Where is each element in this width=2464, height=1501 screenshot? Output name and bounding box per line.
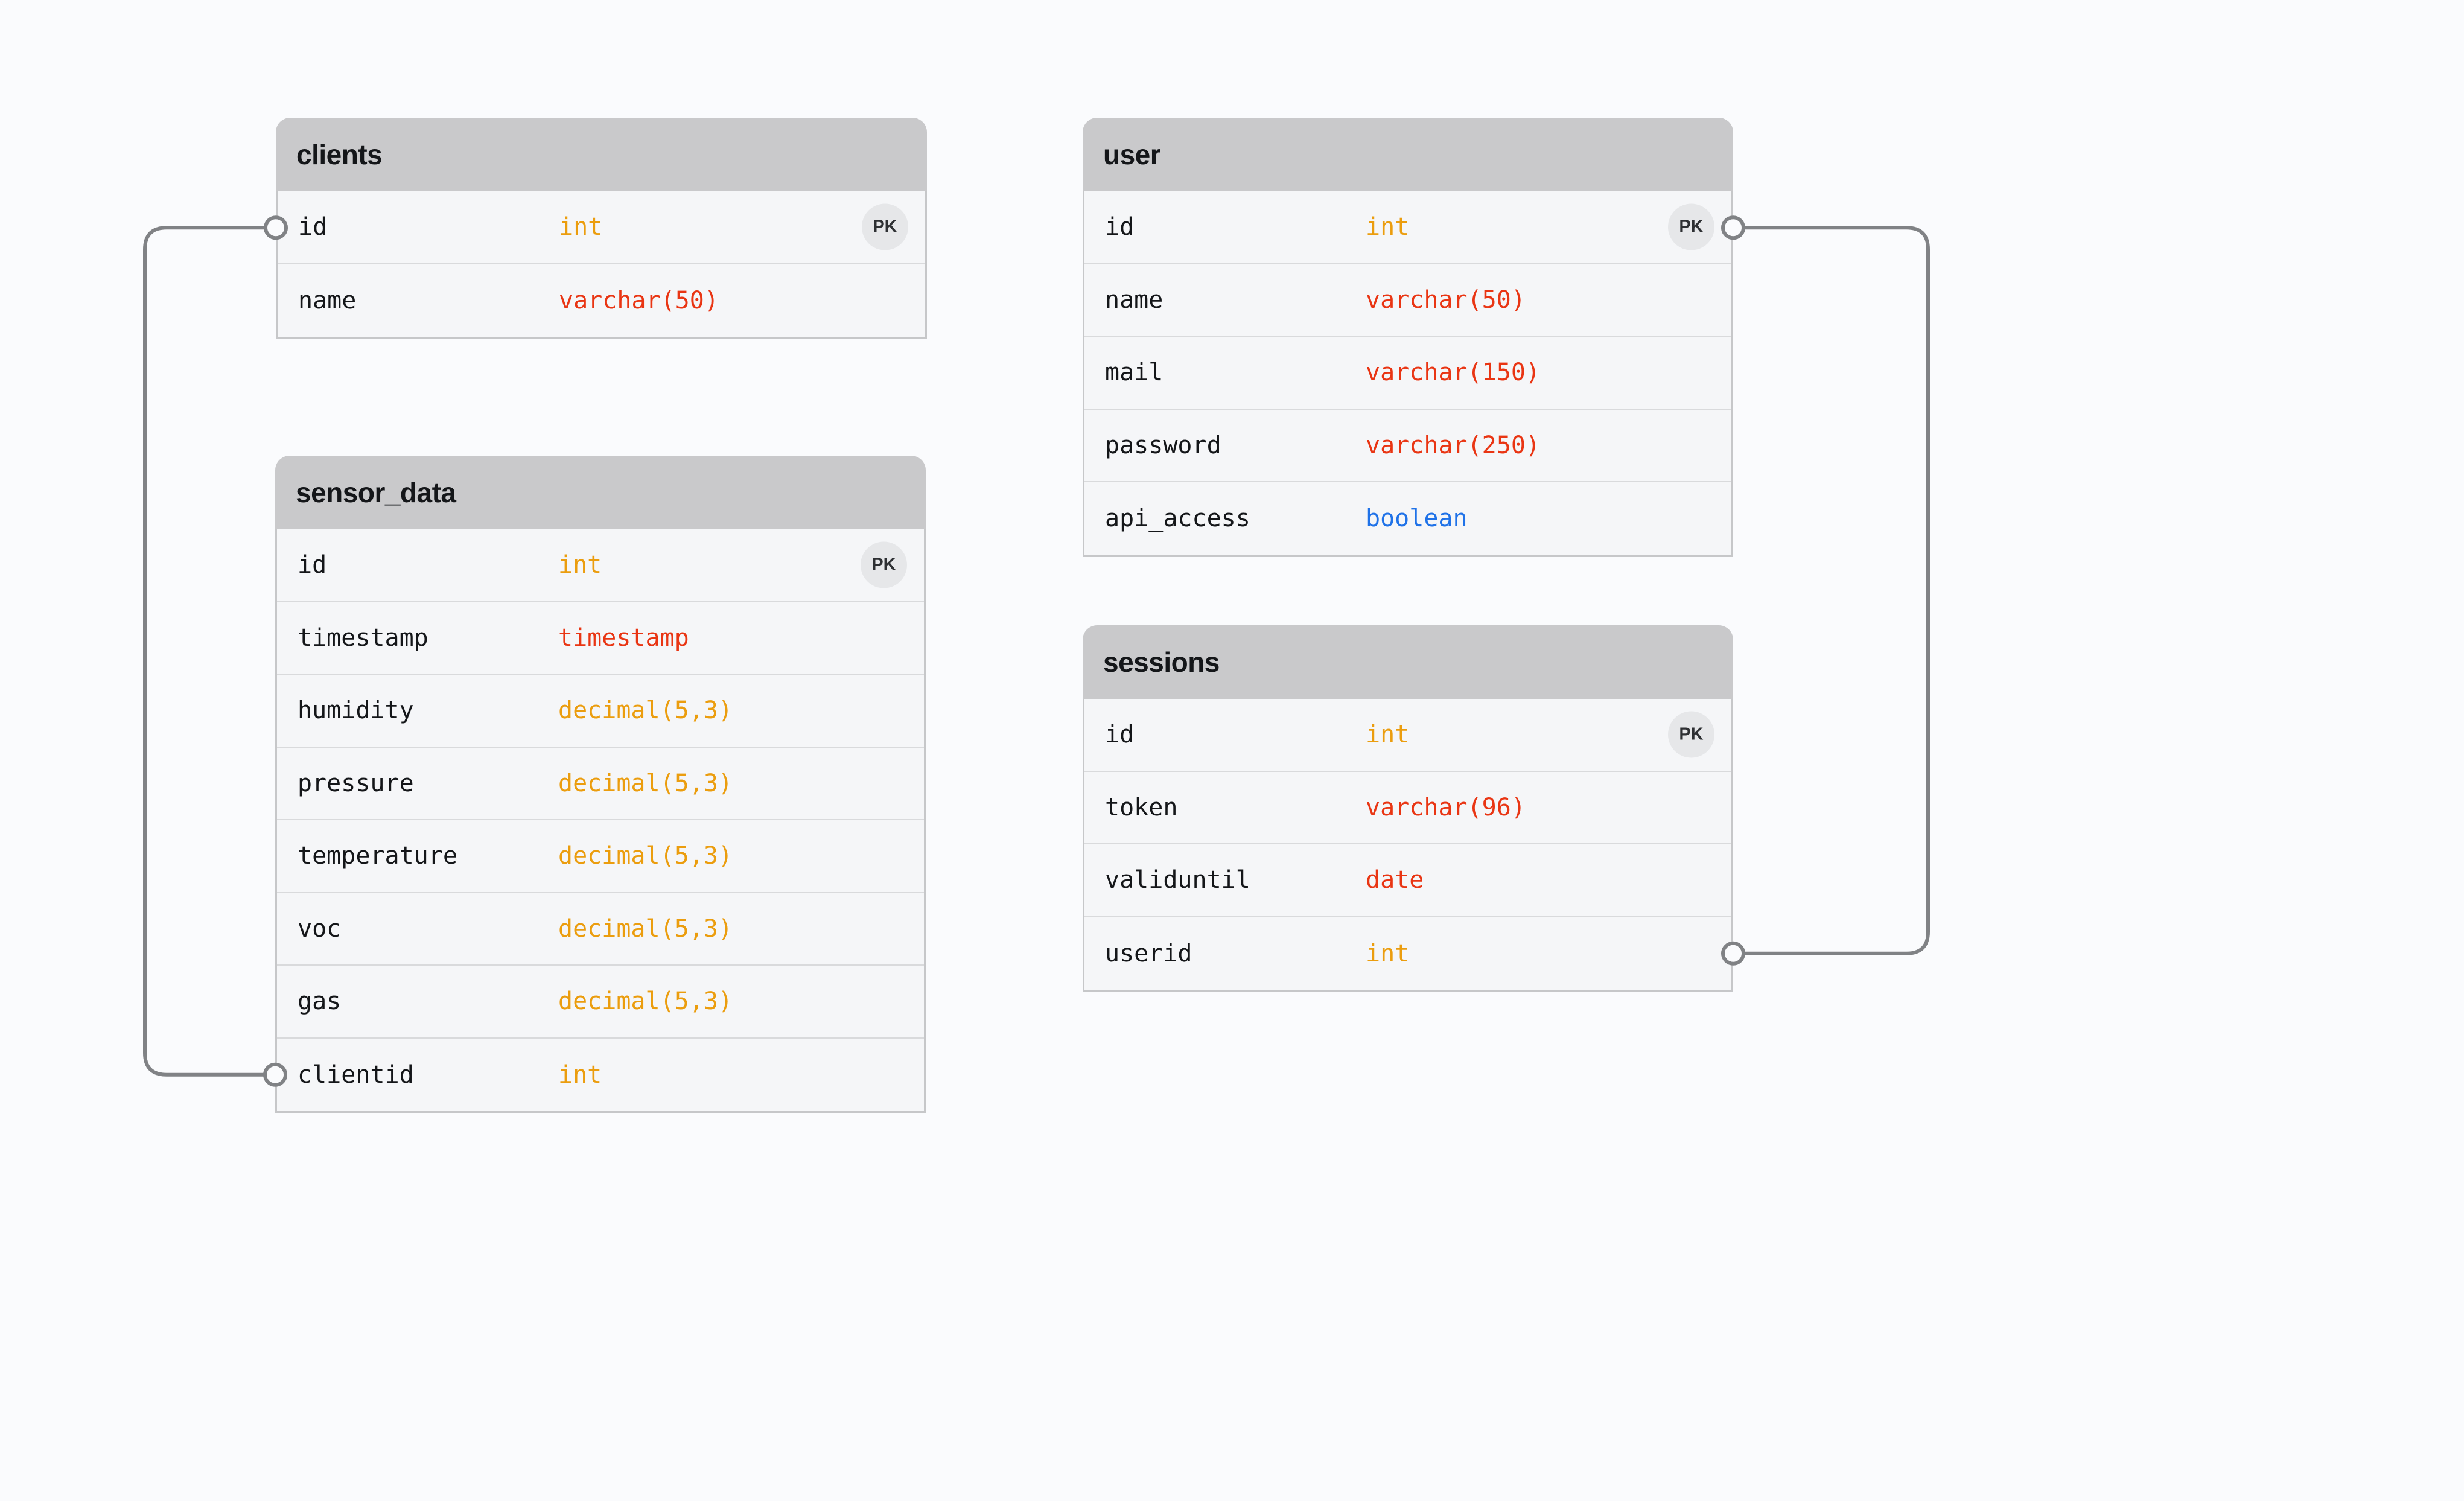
field-type: decimal(5,3) — [558, 696, 733, 724]
field-row[interactable]: token varchar(96) — [1084, 772, 1731, 845]
table-sessions[interactable]: sessions id int PK token varchar(96) validunti… — [1083, 625, 1733, 992]
field-type: int — [559, 213, 602, 241]
field-row[interactable]: humidity decimal(5,3) — [277, 675, 924, 748]
table-body: id int PK name varchar(50) — [276, 191, 927, 339]
field-type: decimal(5,3) — [558, 915, 733, 943]
diagram-canvas[interactable]: clients id int PK name varchar(50) sensor_data… — [0, 0, 2464, 1501]
field-name: id — [1105, 213, 1134, 241]
field-type: varchar(50) — [1366, 286, 1526, 314]
table-body: id int PK timestamp timestamp humidity decimal… — [275, 529, 926, 1113]
field-type: int — [1366, 213, 1409, 241]
field-row[interactable]: clientid int — [277, 1039, 924, 1112]
table-sensor_data[interactable]: sensor_dataid int PK timestamp timestamp humi… — [275, 456, 926, 1113]
field-row[interactable]: id int PK — [277, 529, 924, 602]
field-type: timestamp — [558, 624, 689, 652]
field-row[interactable]: mail varchar(150) — [1084, 337, 1731, 410]
table-title: clients — [296, 138, 382, 171]
pk-badge: PK — [1668, 712, 1714, 758]
field-type: int — [1366, 721, 1409, 748]
field-name: clientid — [298, 1061, 414, 1089]
field-type: int — [558, 551, 602, 579]
table-title: sessions — [1103, 646, 1220, 678]
field-name: voc — [298, 915, 341, 943]
pk-badge: PK — [862, 204, 908, 250]
field-row[interactable]: id int PK — [278, 191, 925, 264]
field-row[interactable]: name varchar(50) — [1084, 264, 1731, 337]
table-header[interactable]: user — [1083, 118, 1733, 191]
field-name: timestamp — [298, 624, 428, 652]
table-user[interactable]: user id int PK name varchar(50) mail varchar(15… — [1083, 118, 1733, 557]
field-name: id — [1105, 721, 1134, 748]
field-row[interactable]: name varchar(50) — [278, 264, 925, 337]
field-type: decimal(5,3) — [558, 770, 733, 797]
field-row[interactable]: userid int — [1084, 917, 1731, 990]
pk-badge: PK — [1668, 204, 1714, 250]
field-type: int — [558, 1061, 602, 1089]
field-type: decimal(5,3) — [558, 987, 733, 1015]
field-type: varchar(96) — [1366, 794, 1526, 821]
field-name: temperature — [298, 842, 457, 870]
field-type: decimal(5,3) — [558, 842, 733, 870]
field-row[interactable]: temperature decimal(5,3) — [277, 820, 924, 893]
field-name: userid — [1105, 940, 1192, 967]
relation-line[interactable] — [1733, 228, 1928, 954]
field-row[interactable]: gas decimal(5,3) — [277, 966, 924, 1039]
field-name: gas — [298, 987, 341, 1015]
field-type: boolean — [1366, 505, 1468, 532]
field-name: validuntil — [1105, 866, 1250, 894]
table-header[interactable]: sensor_data — [275, 456, 926, 529]
field-row[interactable]: pressure decimal(5,3) — [277, 748, 924, 821]
field-name: mail — [1105, 359, 1163, 386]
field-name: id — [298, 551, 326, 579]
field-name: password — [1105, 432, 1221, 459]
field-type: varchar(150) — [1366, 359, 1540, 386]
field-name: id — [298, 213, 327, 241]
field-name: token — [1105, 794, 1177, 821]
field-name: humidity — [298, 696, 414, 724]
field-type: varchar(50) — [559, 287, 719, 314]
field-row[interactable]: api_access boolean — [1084, 482, 1731, 555]
field-type: int — [1366, 940, 1409, 967]
field-row[interactable]: voc decimal(5,3) — [277, 893, 924, 966]
field-row[interactable]: id int PK — [1084, 191, 1731, 264]
field-type: varchar(250) — [1366, 432, 1540, 459]
field-name: name — [1105, 286, 1163, 314]
table-title: user — [1103, 138, 1160, 171]
table-body: id int PK name varchar(50) mail varchar(150) pa… — [1083, 191, 1733, 557]
table-title: sensor_data — [296, 476, 456, 509]
pk-badge: PK — [861, 542, 907, 588]
field-row[interactable]: validuntil date — [1084, 844, 1731, 917]
field-type: date — [1366, 866, 1424, 894]
field-row[interactable]: timestamp timestamp — [277, 602, 924, 675]
table-header[interactable]: clients — [276, 118, 927, 191]
field-name: api_access — [1105, 505, 1250, 532]
relation-line[interactable] — [145, 228, 276, 1075]
field-row[interactable]: password varchar(250) — [1084, 410, 1731, 483]
table-header[interactable]: sessions — [1083, 625, 1733, 699]
table-clients[interactable]: clients id int PK name varchar(50) — [276, 118, 927, 339]
field-row[interactable]: id int PK — [1084, 699, 1731, 772]
field-name: name — [298, 287, 356, 314]
field-name: pressure — [298, 770, 414, 797]
table-body: id int PK token varchar(96) validuntil date use… — [1083, 699, 1733, 992]
